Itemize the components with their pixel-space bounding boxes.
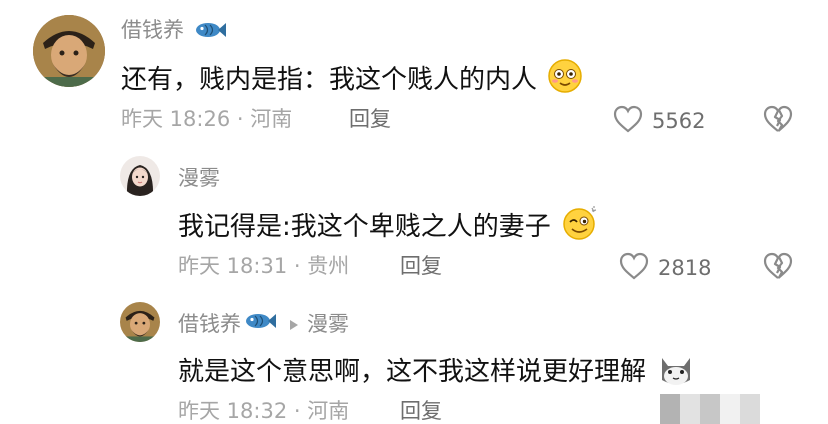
like-count: 2818 [658,256,712,280]
dislike-button[interactable] [762,251,794,285]
blurred-area [660,394,760,424]
comment-meta: 昨天 18:32 · 河南 [178,399,350,423]
comment-meta: 昨天 18:26 · 河南 [121,107,293,131]
fish-badge-icon [243,311,277,336]
blush-emoji-icon [547,58,583,102]
reply-to-name[interactable]: 漫雾 [307,312,349,336]
reply-button[interactable]: 回复 [400,254,442,278]
broken-heart-icon [762,104,794,138]
reply-button[interactable]: 回复 [349,107,391,131]
confucius-avatar-icon [120,302,160,342]
author-name[interactable]: 借钱养 [178,312,241,336]
dislike-button[interactable] [762,104,794,138]
comment-text: 就是这个意思啊，这不我这样说更好理解 [178,357,647,387]
author-name[interactable]: 借钱养 [121,18,184,42]
reply-button[interactable]: 回复 [400,399,442,423]
cat-emoji-icon [656,350,696,396]
avatar-manwu[interactable] [120,156,160,196]
like-button[interactable]: 5562 [612,104,705,138]
author-name[interactable]: 漫雾 [178,166,220,190]
like-button[interactable]: 2818 [618,251,711,285]
confucius-avatar-icon [33,15,105,87]
avatar-jieqianyang[interactable] [33,15,105,87]
girl-avatar-icon [120,156,160,196]
comment-text: 还有，贱内是指：我这个贱人的内人 [121,65,538,95]
comment-text: 我记得是:我这个卑贱之人的妻子 [178,212,551,242]
avatar-jieqianyang[interactable] [120,302,160,342]
fish-badge-icon [193,20,227,45]
triangle-arrow-icon [289,312,299,336]
heart-icon [612,104,644,138]
comment-meta: 昨天 18:31 · 贵州 [178,254,350,278]
broken-heart-icon [762,251,794,285]
wink-emoji-icon [561,205,599,249]
like-count: 5562 [652,109,706,133]
heart-icon [618,251,650,285]
